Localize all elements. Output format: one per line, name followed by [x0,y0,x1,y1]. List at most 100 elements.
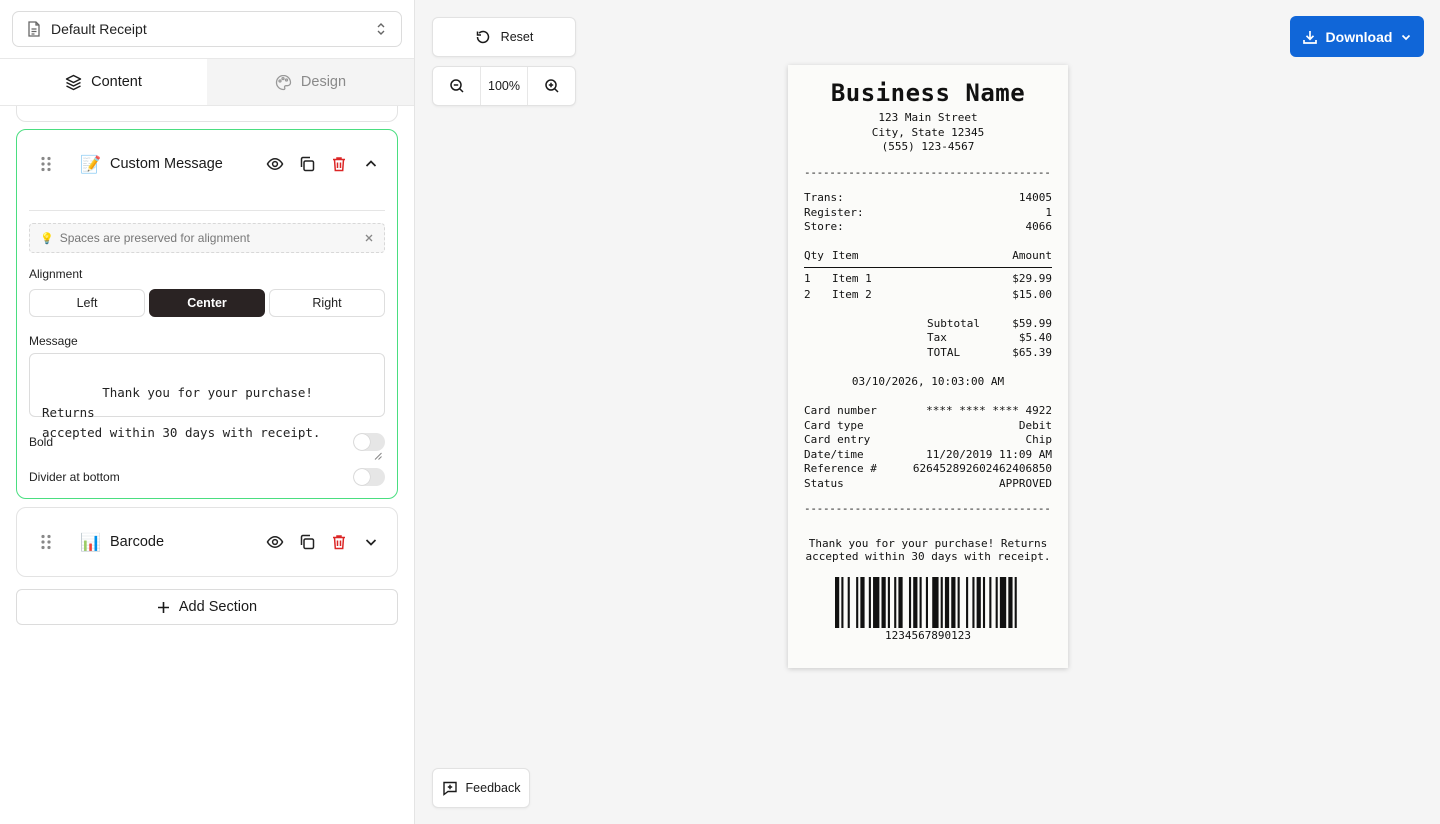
items-header-amount: Amount [1012,249,1052,262]
eye-icon[interactable] [263,530,287,554]
plus-icon [157,601,170,614]
barcode-number: 1234567890123 [884,629,972,642]
template-select-value: Default Receipt [51,21,147,37]
divider-toggle[interactable] [353,468,385,486]
align-center-button[interactable]: Center [149,289,265,317]
receipt-message-line: Thank you for your purchase! Returns [808,537,1048,550]
receipt-total-row: TOTAL $65.39 [927,346,1052,359]
receipt-payment-row: Card entry Chip [804,433,1052,446]
chevron-down-icon [1400,31,1412,43]
tab-content[interactable]: Content [0,59,207,105]
chevron-up-icon[interactable] [359,152,383,176]
align-right-button[interactable]: Right [269,289,385,317]
zoom-out-icon [449,78,465,94]
download-button[interactable]: Download [1290,16,1424,57]
reset-button[interactable]: Reset [432,17,576,57]
template-select[interactable]: Default Receipt [12,11,402,47]
reset-label: Reset [500,30,534,44]
items-header-rule [804,267,1052,268]
meta-value: 4066 [1025,220,1053,233]
section-actions [263,530,383,554]
receipt-item-row: 2 Item 2 $15.00 [804,288,1052,301]
receipt-meta-row: Store: 4066 [804,220,1052,233]
trash-icon[interactable] [327,530,351,554]
section-title: Custom Message [110,156,223,172]
receipt-datetime: 03/10/2026, 10:03:00 AM [851,375,1005,388]
copy-icon[interactable] [295,530,319,554]
total-label: Subtotal [927,317,980,330]
zoom-out-button[interactable] [433,67,480,105]
chevron-down-icon[interactable] [359,530,383,554]
feedback-icon [442,780,458,796]
zoom-controls: 100% [432,66,576,106]
payment-label: Reference # [804,462,877,475]
tip-banner: 💡 Spaces are preserved for alignment [29,223,385,253]
align-left-button[interactable]: Left [29,289,145,317]
bar-chart-icon: 📊 [80,532,102,552]
zoom-level: 100% [480,67,528,105]
tab-design-label: Design [300,74,347,90]
payment-label: Card type [804,419,864,432]
item-name: Item 2 [832,288,872,301]
total-value: $65.39 [1012,346,1052,359]
editor-panel: Default Receipt Content Design 📝 Custom … [0,0,415,824]
total-label: Tax [927,331,947,344]
reset-icon [475,29,491,45]
tab-content-label: Content [91,74,142,90]
receipt-item-row: 1 Item 1 $29.99 [804,272,1052,285]
section-header[interactable]: 📝 Custom Message [17,130,397,198]
item-amount: $15.00 [1012,288,1052,301]
item-qty: 2 [804,288,811,301]
download-icon [1302,29,1318,45]
drag-handle-icon[interactable] [41,534,51,550]
section-card-custom-message: 📝 Custom Message 💡 Spaces are preserved … [16,129,398,499]
meta-label: Store: [804,220,844,233]
copy-icon[interactable] [295,152,319,176]
divider-label: Divider at bottom [29,470,120,484]
item-qty: 1 [804,272,811,285]
payment-label: Status [804,477,844,490]
payment-value: 626452892602462406850 [912,462,1052,475]
previous-section-card[interactable] [16,106,398,122]
receipt-divider: ---------------------------------------- [804,166,1052,179]
receipt-preview: Business Name 123 Main Street City, Stat… [788,65,1068,668]
close-icon[interactable] [364,233,374,243]
receipt-city: City, State 12345 [871,126,985,139]
section-card-barcode: 📊 Barcode [16,507,398,577]
add-section-button[interactable]: Add Section [16,589,398,625]
zoom-in-button[interactable] [528,67,575,105]
message-textarea[interactable]: Thank you for your purchase! Returns acc… [29,353,385,460]
receipt-items-header: Qty Item Amount [804,249,1052,262]
payment-label: Card number [804,404,877,417]
total-label: TOTAL [927,346,961,359]
receipt-message-line: accepted within 30 days with receipt. [805,550,1051,563]
receipt-business-name: Business Name [830,79,1026,107]
section-title: Barcode [110,534,165,550]
payment-label: Card entry [804,433,871,446]
resize-handle-icon[interactable] [374,406,382,460]
chevron-up-down-icon [375,21,387,37]
eye-icon[interactable] [263,152,287,176]
alignment-group: Left Center Right [29,289,385,317]
bold-toggle[interactable] [353,433,385,451]
sections-list: 📝 Custom Message 💡 Spaces are preserved … [0,106,414,824]
receipt-meta-row: Trans: 14005 [804,191,1052,204]
receipt-total-row: Subtotal $59.99 [927,317,1052,330]
section-header[interactable]: 📊 Barcode [17,508,397,576]
drag-handle-icon[interactable] [41,156,51,172]
divider-row: Divider at bottom [29,467,385,487]
tab-design[interactable]: Design [207,59,414,105]
receipt-phone: (555) 123-4567 [881,140,975,153]
download-label: Download [1325,28,1393,45]
feedback-button[interactable]: Feedback [432,768,530,808]
bold-row: Bold [29,432,385,452]
meta-label: Register: [804,206,864,219]
receipt-payment-row: Date/time 11/20/2019 11:09 AM [804,448,1052,461]
barcode-graphic [835,577,1017,628]
message-label: Message [29,334,78,348]
lightbulb-icon: 💡 [40,232,54,245]
section-actions [263,152,383,176]
trash-icon[interactable] [327,152,351,176]
payment-value: 11/20/2019 11:09 AM [926,448,1052,461]
receipt-divider: ---------------------------------------- [804,502,1052,515]
